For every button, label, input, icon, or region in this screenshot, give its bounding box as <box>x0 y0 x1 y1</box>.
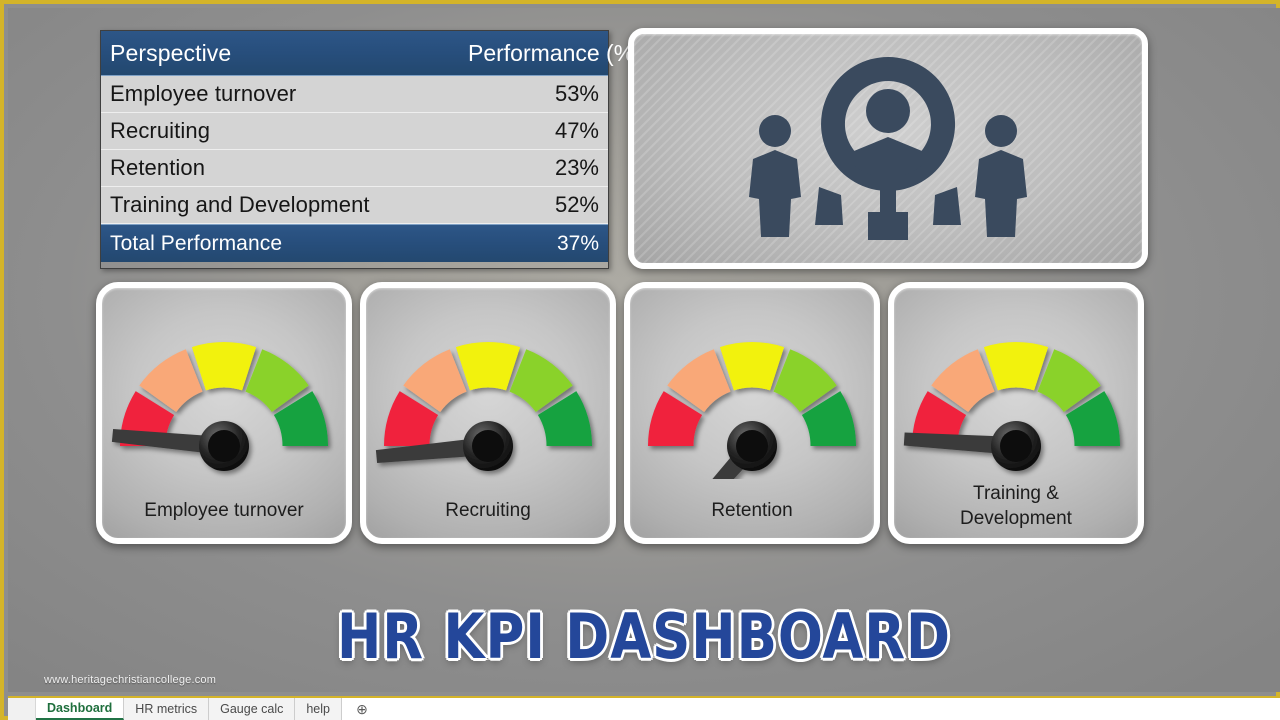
hr-icon-panel <box>628 28 1148 269</box>
table-row[interactable]: Training and Development 52% <box>101 187 608 224</box>
row-value: 52% <box>554 192 599 217</box>
gauge-card-employee-turnover[interactable]: Employee turnover <box>96 282 352 544</box>
gauge-label: Employee turnover <box>144 500 304 522</box>
kpi-performance-table: Perspective Performance (%) Employee tur… <box>100 30 642 269</box>
gauge-retention <box>648 342 856 479</box>
row-value: 23% <box>554 155 599 180</box>
app-frame: Perspective Performance (%) Employee tur… <box>0 0 1280 720</box>
row-value: 47% <box>554 118 599 143</box>
gauge-label: Retention <box>711 500 793 522</box>
add-sheet-icon[interactable]: ⊕ <box>342 698 382 720</box>
gauge-card-training-development[interactable]: Training & Development <box>888 282 1144 544</box>
row-name: Training and Development <box>110 192 370 217</box>
watermark-text: www.heritagechristiancollege.com <box>44 674 217 686</box>
sheet-tab-hr-metrics[interactable]: HR metrics <box>124 698 210 720</box>
gauge-card-recruiting[interactable]: Recruiting <box>360 282 616 544</box>
tab-bar-empty-area <box>381 698 1280 720</box>
page-title: HR KPI DASHBOARD <box>336 600 951 673</box>
tab-navigation-gutter[interactable] <box>8 698 36 720</box>
gauge-training-development <box>903 342 1120 471</box>
table-row[interactable]: Recruiting 47% <box>101 113 608 150</box>
sheet-tab-dashboard[interactable]: Dashboard <box>36 698 125 720</box>
table-row[interactable]: Employee turnover 53% <box>101 76 608 113</box>
gauge-label-line-1: Training & <box>973 482 1059 504</box>
table-total-row: Total Performance 37% <box>101 224 608 262</box>
table-header-performance: Performance (%) <box>468 39 642 66</box>
table-header-row: Perspective Performance (%) <box>101 31 642 76</box>
total-value: 37% <box>556 231 599 255</box>
row-name: Retention <box>110 155 206 180</box>
total-label: Total Performance <box>110 231 283 255</box>
gauge-employee-turnover <box>111 342 328 471</box>
sheet-tab-bar: Dashboard HR metrics Gauge calc help ⊕ <box>8 696 1280 720</box>
sheet-tab-gauge-calc[interactable]: Gauge calc <box>209 698 296 720</box>
dashboard-canvas: Perspective Performance (%) Employee tur… <box>8 8 1280 692</box>
gauge-label: Recruiting <box>445 500 531 522</box>
gauge-label: Training & Development <box>894 481 1138 532</box>
gauge-recruiting <box>375 342 592 471</box>
row-value: 53% <box>554 81 599 106</box>
table-header-perspective: Perspective <box>110 39 232 66</box>
row-name: Recruiting <box>110 118 211 143</box>
table-row[interactable]: Retention 23% <box>101 150 608 187</box>
hr-people-search-icon <box>749 56 1027 240</box>
gauge-card-retention[interactable]: Retention <box>624 282 880 544</box>
sheet-tab-help[interactable]: help <box>295 698 342 720</box>
row-name: Employee turnover <box>110 81 297 106</box>
gauge-label-line-2: Development <box>960 508 1072 530</box>
